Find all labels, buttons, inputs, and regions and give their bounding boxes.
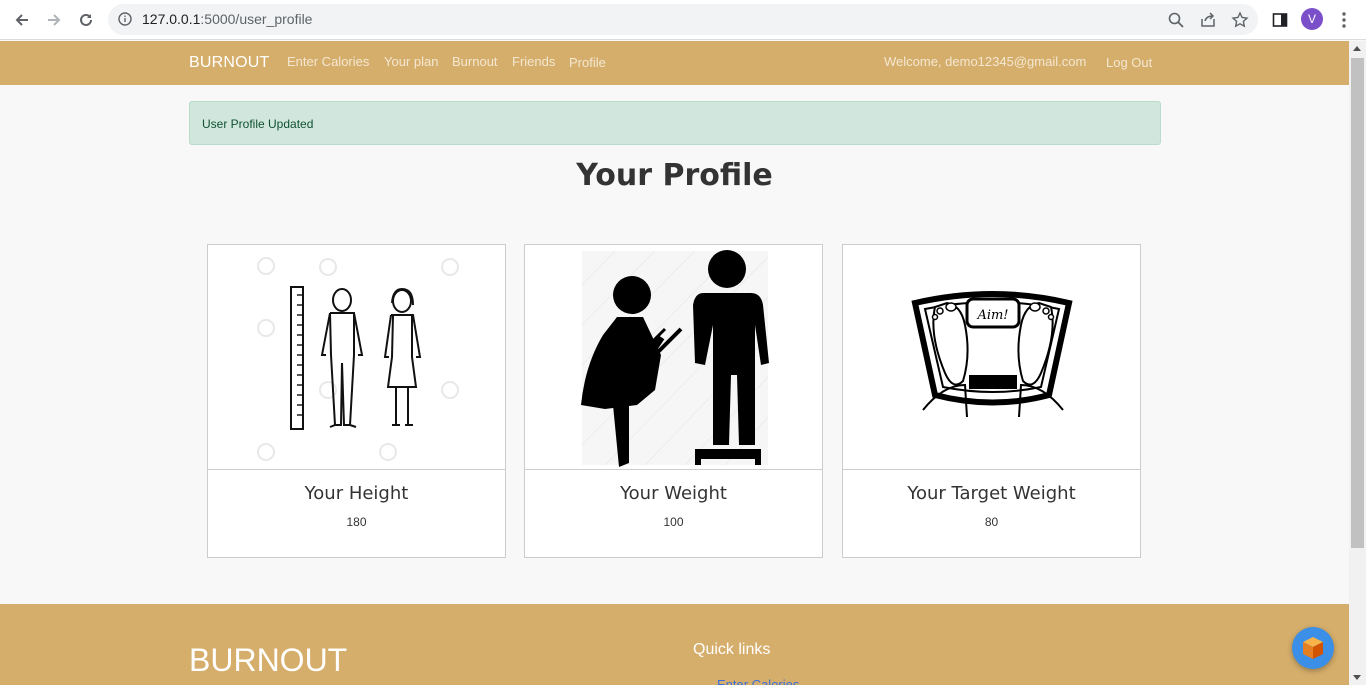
nav-profile[interactable]: Profile [569, 55, 606, 70]
side-panel-icon[interactable] [1268, 8, 1292, 32]
site-navbar: BURNOUT Enter Calories Your plan Burnout… [0, 41, 1349, 85]
scale-illustration: Aim! [843, 245, 1140, 470]
back-icon[interactable] [10, 8, 34, 32]
svg-text:Aim!: Aim! [976, 308, 1008, 323]
forward-icon[interactable] [42, 8, 66, 32]
quick-links-heading: Quick links [693, 641, 771, 658]
page-title: Your Profile [576, 158, 773, 193]
nav-friends[interactable]: Friends [512, 54, 555, 69]
weight-title: Your Weight [620, 483, 727, 504]
site-footer: BURNOUT Quick links Enter Calories [0, 604, 1349, 685]
alert-message: User Profile Updated [202, 117, 314, 131]
scroll-up-icon[interactable] [1353, 46, 1361, 51]
target-weight-title: Your Target Weight [907, 483, 1076, 504]
navbar-brand[interactable]: BURNOUT [189, 54, 270, 72]
target-weight-value: 80 [984, 515, 999, 529]
address-bar[interactable]: 127.0.0.1:5000/user_profile [108, 4, 1258, 35]
success-alert: User Profile Updated [189, 101, 1161, 145]
scroll-thumb[interactable] [1351, 58, 1364, 548]
share-icon[interactable] [1199, 11, 1217, 29]
height-title: Your Height [304, 483, 409, 504]
nav-enter-calories[interactable]: Enter Calories [287, 54, 369, 69]
footer-brand: BURNOUT [189, 642, 348, 678]
site-info-icon[interactable] [118, 12, 132, 31]
weight-value: 100 [663, 515, 684, 529]
height-card: Your Height 180 [207, 244, 506, 558]
zoom-icon[interactable] [1167, 11, 1185, 29]
profile-avatar[interactable]: V [1301, 8, 1323, 30]
height-value: 180 [346, 515, 367, 529]
reload-icon[interactable] [74, 8, 98, 32]
cube-icon [1303, 637, 1323, 659]
floating-cube-button[interactable] [1292, 627, 1334, 669]
height-illustration [208, 245, 505, 470]
url-text: 127.0.0.1:5000/user_profile [142, 11, 313, 27]
weight-illustration [525, 245, 822, 470]
nav-burnout[interactable]: Burnout [452, 54, 498, 69]
nav-your-plan[interactable]: Your plan [384, 54, 438, 69]
footer-link-enter-calories[interactable]: Enter Calories [717, 677, 799, 685]
target-weight-card: Aim! Your Target Weight 80 [842, 244, 1141, 558]
weight-card: Your Weight 100 [524, 244, 823, 558]
bookmark-star-icon[interactable] [1231, 11, 1249, 29]
menu-kebab-icon[interactable] [1332, 8, 1356, 32]
logout-link[interactable]: Log Out [1106, 55, 1152, 70]
page-scrollbar[interactable] [1349, 41, 1366, 685]
scroll-down-icon[interactable] [1353, 675, 1361, 680]
welcome-text: Welcome, demo12345@gmail.com [884, 54, 1087, 69]
browser-toolbar: 127.0.0.1:5000/user_profile V [0, 0, 1366, 40]
